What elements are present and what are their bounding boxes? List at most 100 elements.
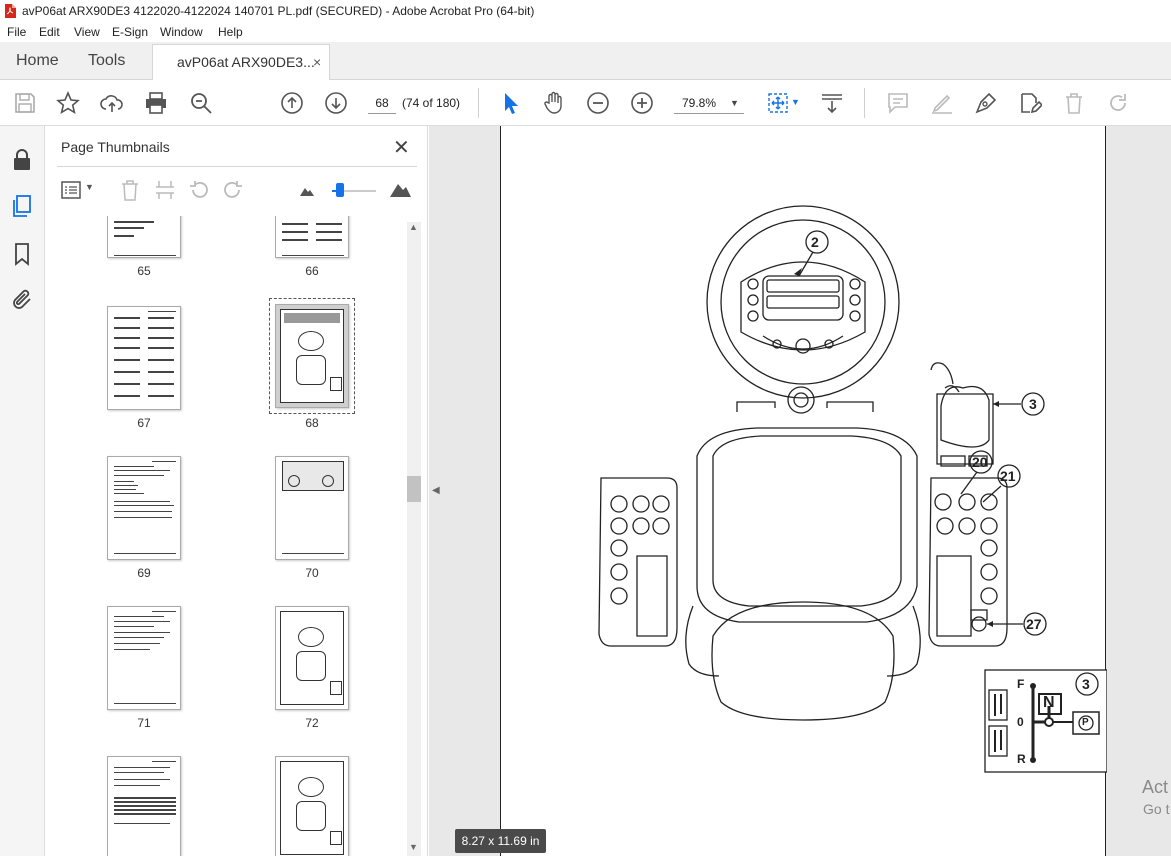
options-menu-icon[interactable] (61, 180, 83, 200)
left-rail (0, 126, 45, 856)
thumbnail-page-number: 65 (137, 264, 151, 278)
menu-help[interactable]: Help (218, 25, 243, 39)
zoom-level-value: 79.8% (682, 96, 717, 110)
collapse-panel-icon[interactable]: ◀ (432, 485, 440, 496)
close-panel-icon[interactable]: ✕ (393, 135, 410, 160)
hand-tool-icon[interactable] (542, 91, 566, 115)
close-tab-icon[interactable]: × (313, 54, 321, 70)
thumbnail-page[interactable] (107, 606, 181, 710)
select-cursor-icon[interactable] (498, 91, 522, 115)
shift-label-reverse: R (1017, 752, 1026, 766)
shift-park-label: P (1082, 717, 1089, 728)
operator-controls-illustration (598, 205, 1107, 773)
page-number-input[interactable]: 68 (368, 92, 396, 114)
zoom-out-icon[interactable] (586, 91, 610, 115)
tab-document[interactable]: avP06at ARX90DE3... × (152, 44, 330, 81)
title-bar: avP06at ARX90DE3 4122020-4122024 140701 … (0, 0, 1171, 22)
thumbnail-list: 65 66 67 68 69 70 71 72 (55, 216, 420, 856)
pdf-file-icon (5, 4, 16, 18)
bookmark-icon[interactable] (10, 242, 34, 266)
page-thumbnails-panel: Page Thumbnails ✕ ▼ 65 66 67 68 69 70 71… (45, 126, 428, 856)
callout-21: 21 (1000, 468, 1016, 484)
scroll-mode-icon[interactable] (820, 91, 844, 115)
tab-bar: Home Tools avP06at ARX90DE3... × (0, 42, 1171, 81)
thumbnail-page-number: 66 (305, 264, 319, 278)
shift-neutral-label: N (1043, 694, 1055, 711)
lock-icon[interactable] (10, 148, 34, 172)
thumbnail-page[interactable] (107, 306, 181, 410)
upload-cloud-icon[interactable] (100, 91, 124, 115)
attachment-icon[interactable] (10, 288, 34, 312)
callout-20: 20 (972, 454, 988, 470)
thumbnail-page[interactable] (275, 216, 349, 258)
thumbnail-page-number: 67 (137, 416, 151, 430)
thumbnail-page-number: 71 (137, 716, 151, 730)
pdf-page: 2 3 20 21 27 3 F 0 R N P (500, 126, 1107, 856)
rotate-right-icon[interactable] (222, 179, 244, 201)
thumbnail-smaller-icon[interactable] (299, 185, 315, 197)
delete-page-icon[interactable] (120, 179, 140, 201)
menu-view[interactable]: View (74, 25, 100, 39)
thumbnail-page[interactable] (275, 606, 349, 710)
scrollbar-thumb[interactable] (407, 476, 421, 502)
tab-home[interactable]: Home (16, 42, 59, 80)
shift-label-forward: F (1017, 677, 1025, 691)
thumbnail-page[interactable] (107, 756, 181, 856)
page-size-badge: 8.27 x 11.69 in (455, 829, 546, 853)
menu-window[interactable]: Window (160, 25, 203, 39)
thumbnail-page-number: 70 (305, 566, 319, 580)
scroll-up-icon[interactable]: ▲ (409, 222, 418, 232)
activation-watermark-line2: Go t (1143, 801, 1170, 817)
thumbnail-page[interactable] (275, 756, 349, 856)
slider-handle[interactable] (336, 183, 344, 197)
menu-edit[interactable]: Edit (39, 25, 60, 39)
rotate-left-icon[interactable] (188, 179, 210, 201)
scroll-down-icon[interactable]: ▼ (409, 842, 418, 852)
tab-tools[interactable]: Tools (88, 42, 125, 80)
activation-watermark-line1: Act (1142, 777, 1169, 797)
thumbnail-page[interactable] (107, 216, 181, 258)
options-chevron-down-icon[interactable]: ▼ (85, 182, 94, 192)
menu-bar: File Edit View E-Sign Window Help (0, 22, 1171, 42)
draw-pen-icon[interactable] (974, 91, 998, 115)
thumbnail-scrollbar[interactable] (407, 222, 421, 856)
edit-text-icon[interactable] (1018, 91, 1044, 115)
thumbnail-page-number: 69 (137, 566, 151, 580)
menu-esign[interactable]: E-Sign (112, 25, 148, 39)
thumbnail-page[interactable] (107, 456, 181, 560)
chevron-down-icon: ▼ (730, 98, 739, 108)
shift-label-zero: 0 (1017, 715, 1024, 729)
next-page-icon[interactable] (324, 91, 348, 115)
document-tab-label: avP06at ARX90DE3... (177, 54, 315, 70)
save-icon[interactable] (13, 91, 37, 115)
thumbnail-page-selected[interactable] (275, 304, 349, 408)
thumbnail-page-number: 72 (305, 716, 319, 730)
redo-icon[interactable] (1106, 91, 1130, 115)
extract-pages-icon[interactable] (154, 179, 176, 201)
window-title: avP06at ARX90DE3 4122020-4122024 140701 … (22, 4, 535, 18)
zoom-in-icon[interactable] (630, 91, 654, 115)
previous-page-icon[interactable] (280, 91, 304, 115)
page-thumbnails-icon[interactable] (10, 194, 34, 218)
zoom-level-select[interactable]: 79.8% ▼ (674, 92, 744, 114)
thumbnail-page[interactable] (275, 456, 349, 560)
shift-diagram-badge: 3 (1082, 676, 1090, 692)
callout-3: 3 (1029, 396, 1037, 412)
zoom-search-icon[interactable] (189, 91, 213, 115)
panel-title: Page Thumbnails (61, 139, 170, 155)
menu-file[interactable]: File (7, 25, 26, 39)
toolbar-divider (478, 88, 479, 118)
callout-2: 2 (811, 234, 819, 250)
fit-chevron-down-icon[interactable]: ▼ (791, 97, 800, 107)
highlight-pen-icon[interactable] (930, 91, 954, 115)
print-icon[interactable] (144, 91, 168, 115)
star-icon[interactable] (56, 90, 80, 115)
thumbnail-tools: ▼ (57, 166, 417, 212)
thumbnail-larger-icon[interactable] (389, 180, 411, 198)
delete-trash-icon[interactable] (1062, 91, 1086, 115)
comment-icon[interactable] (886, 91, 910, 115)
fit-page-icon[interactable] (766, 91, 790, 115)
toolbar-divider (864, 88, 865, 118)
callout-27: 27 (1026, 616, 1042, 632)
thumbnail-page-number: 68 (305, 416, 319, 430)
